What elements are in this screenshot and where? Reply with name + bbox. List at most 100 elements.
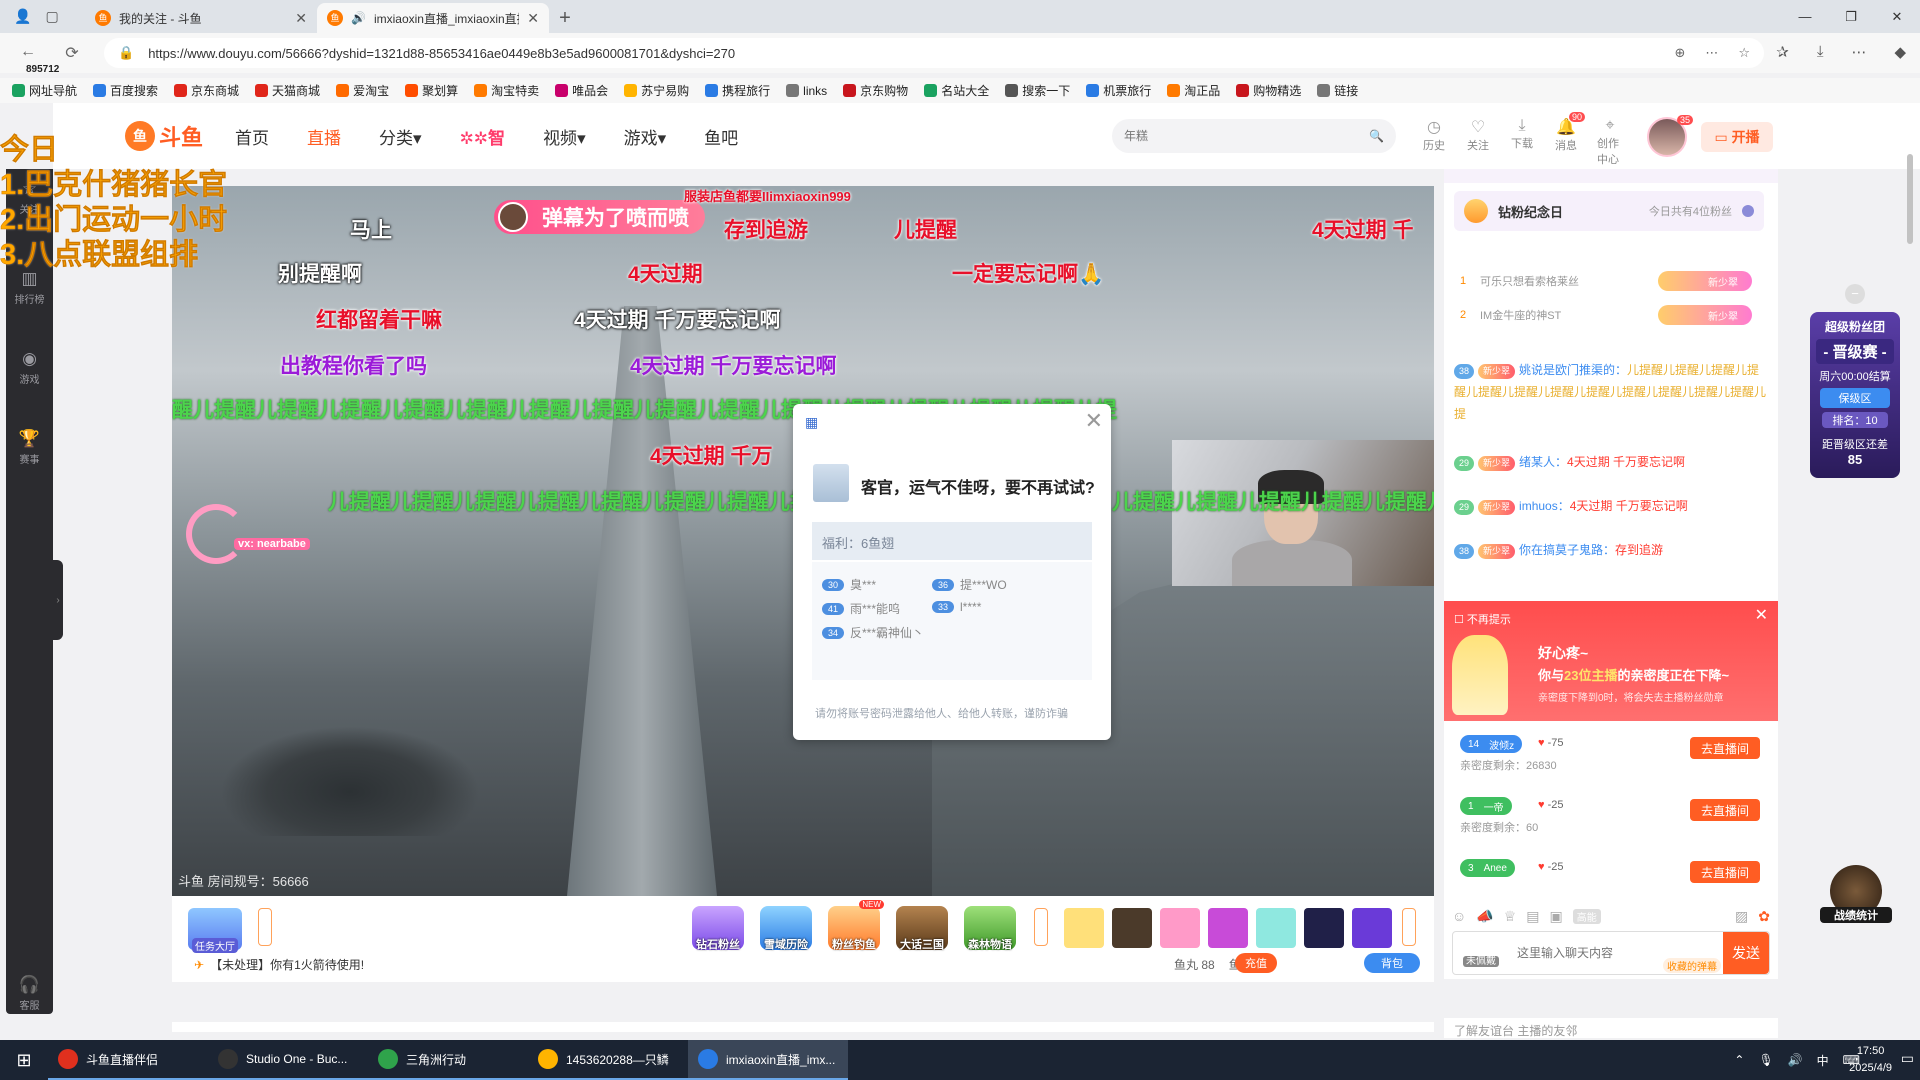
search-icon[interactable]: 🔍: [1369, 129, 1384, 143]
battle-stats-widget[interactable]: 战绩统计: [1820, 865, 1892, 935]
game-slider[interactable]: [1034, 908, 1048, 946]
sidebar-item-headset[interactable]: 🎧 客服: [6, 975, 53, 1012]
bookmark-item[interactable]: 淘正品: [1167, 82, 1220, 99]
qr-icon[interactable]: ▦: [805, 414, 818, 431]
restore-icon[interactable]: ❐: [1828, 0, 1874, 33]
sidebar-expand-handle[interactable]: ›: [53, 560, 63, 640]
dont-show-checkbox[interactable]: ☐ 不再提示: [1454, 611, 1511, 627]
taskbar-app[interactable]: Studio One - Buc...: [208, 1040, 368, 1080]
nav-special[interactable]: ✲✲智: [460, 124, 506, 149]
favorites-icon[interactable]: ✰: [1776, 43, 1789, 61]
chat-message[interactable]: 29 新少翠 imhuos：4天过期 千万要忘记啊: [1454, 495, 1768, 517]
game-entry-4[interactable]: 大话三国: [896, 906, 948, 951]
banner-close-icon[interactable]: ✕: [1755, 605, 1768, 625]
chat-message[interactable]: 38 新少翠 你在搞莫子鬼路：存到追游: [1454, 539, 1768, 561]
red-packet-icon[interactable]: ✿: [1758, 908, 1770, 925]
nav-live[interactable]: 直播: [307, 124, 341, 149]
header-heart-button[interactable]: ♡ 关注: [1465, 117, 1491, 167]
bookmark-item[interactable]: 淘宝特卖: [474, 82, 539, 99]
profile-icon[interactable]: 👤: [14, 8, 31, 25]
back-icon[interactable]: ←: [10, 43, 46, 61]
bookmark-item[interactable]: 购物精选: [1236, 82, 1301, 99]
refresh-icon[interactable]: ⟳: [54, 43, 90, 63]
chat-user[interactable]: imhuos：: [1519, 499, 1570, 513]
chat-user[interactable]: 绪某人：: [1519, 455, 1567, 469]
nav-video[interactable]: 视频▾: [543, 124, 586, 149]
nav-category[interactable]: 分类▾: [379, 124, 422, 149]
notification-icon[interactable]: ▭: [1901, 1050, 1914, 1067]
taskbar-app[interactable]: imxiaoxin直播_imx...: [688, 1040, 848, 1080]
go-to-room-button[interactable]: 去直播间: [1690, 861, 1760, 883]
bookmark-item[interactable]: 百度搜索: [93, 82, 158, 99]
bookmark-item[interactable]: links: [786, 84, 827, 98]
emoji-icon[interactable]: ☺: [1452, 908, 1466, 924]
gift-slot[interactable]: [1064, 908, 1104, 948]
start-broadcast-button[interactable]: ▭ 开播: [1701, 122, 1773, 152]
translate-icon[interactable]: ⊕: [1674, 45, 1685, 61]
gift-slot[interactable]: [1112, 908, 1152, 948]
badge-selector[interactable]: 未佩戴: [1453, 932, 1509, 974]
game-entry-1[interactable]: 钻石粉丝: [692, 906, 744, 951]
chat-user[interactable]: 姚说是欧门推渠的：: [1519, 363, 1627, 377]
bookmark-item[interactable]: 京东商城: [174, 82, 239, 99]
close-window-icon[interactable]: ✕: [1874, 0, 1920, 33]
taskbar-app[interactable]: 斗鱼直播伴侣: [48, 1040, 208, 1080]
backpack-button[interactable]: 背包: [1364, 953, 1420, 973]
minimize-icon[interactable]: —: [1782, 0, 1828, 33]
mic-icon[interactable]: 🎙: [1758, 1053, 1773, 1067]
bookmark-item[interactable]: 唯品会: [555, 82, 608, 99]
go-to-room-button[interactable]: 去直播间: [1690, 737, 1760, 759]
clock[interactable]: 17:50 2025/4/9: [1849, 1043, 1892, 1077]
copilot-icon[interactable]: ◆: [1894, 43, 1906, 61]
gift-slot[interactable]: [1352, 908, 1392, 948]
chat-message[interactable]: 29 新少翠 绪某人：4天过期 千万要忘记啊: [1454, 451, 1768, 473]
download-icon[interactable]: ⤓: [1817, 43, 1824, 61]
sidebar-item-rank[interactable]: ▥ 排行榜: [6, 269, 53, 306]
game-entry-2[interactable]: 雪域历险: [760, 906, 812, 951]
info-icon[interactable]: [1742, 205, 1754, 217]
recharge-button[interactable]: 充值: [1235, 953, 1277, 973]
bookmark-item[interactable]: 爱淘宝: [336, 82, 389, 99]
gift-slot[interactable]: [1256, 908, 1296, 948]
windows-start-icon[interactable]: ⊞: [0, 1050, 48, 1071]
bookmark-item[interactable]: 携程旅行: [705, 82, 770, 99]
bookmark-item[interactable]: 天猫商城: [255, 82, 320, 99]
bookmark-item[interactable]: 京东购物: [843, 82, 908, 99]
ime-indicator[interactable]: 中: [1817, 1052, 1829, 1069]
chat-user[interactable]: 你在搞莫子鬼路：: [1519, 543, 1615, 557]
speaker-icon[interactable]: 🔊: [351, 11, 366, 25]
sidebar-item-trophy[interactable]: 🏆 赛事: [6, 429, 53, 466]
super-fan-widget[interactable]: 超级粉丝团 - 晋级赛 - 周六00:00结算 保级区 排名：10 距晋级区还差…: [1810, 312, 1900, 478]
popup-close-icon[interactable]: ✕: [1085, 408, 1103, 434]
bookmark-item[interactable]: 链接: [1317, 82, 1358, 99]
nav-yuba[interactable]: 鱼吧: [704, 124, 738, 149]
nav-game[interactable]: 游戏▾: [624, 124, 667, 149]
chat-message[interactable]: 38 新少翠 姚说是欧门推渠的：儿提醒儿提醒儿提醒儿提醒儿提醒儿提醒儿提醒儿提醒儿提…: [1454, 359, 1768, 425]
url-box[interactable]: 🔒 https://www.douyu.com/56666?dyshid=132…: [104, 38, 1764, 68]
saved-danmaku-button[interactable]: 收藏的弹幕: [1663, 958, 1721, 973]
task-slider[interactable]: [258, 908, 272, 946]
rocket-notice[interactable]: ✈ 【未处理】你有1火箭待使用!: [194, 956, 364, 973]
bookmark-item[interactable]: 名站大全: [924, 82, 989, 99]
search-input[interactable]: [1124, 129, 1370, 143]
url-text[interactable]: https://www.douyu.com/56666?dyshid=1321d…: [148, 46, 1654, 61]
bookmark-item[interactable]: 网址导航: [12, 82, 77, 99]
image-icon[interactable]: ▨: [1735, 908, 1748, 925]
header-bell-button[interactable]: 🔔 消息 90: [1553, 112, 1585, 167]
screen-icon[interactable]: ▣: [1550, 908, 1563, 925]
gift-slot[interactable]: [1160, 908, 1200, 948]
close-tab-icon[interactable]: ✕: [527, 10, 539, 27]
page-scrollbar[interactable]: [1905, 118, 1915, 1030]
tray-chevron-icon[interactable]: ⌃: [1734, 1053, 1744, 1067]
go-to-room-button[interactable]: 去直播间: [1690, 799, 1760, 821]
fan-row[interactable]: 1 可乐只想看索格莱丝 新少翠: [1460, 271, 1760, 291]
megaphone-icon[interactable]: 📣: [1476, 908, 1493, 925]
header-download-button[interactable]: ⤓ 下载: [1509, 117, 1535, 167]
tab-actions-icon[interactable]: ▢: [45, 8, 58, 25]
high-energy-toggle[interactable]: 高能: [1572, 908, 1601, 924]
bookmark-item[interactable]: 苏宁易购: [624, 82, 689, 99]
more-icon[interactable]: ⋯: [1705, 45, 1718, 61]
bookmark-item[interactable]: 搜索一下: [1005, 82, 1070, 99]
crown-icon[interactable]: ♕: [1504, 908, 1517, 925]
taskbar-app[interactable]: 三角洲行动: [368, 1040, 528, 1080]
